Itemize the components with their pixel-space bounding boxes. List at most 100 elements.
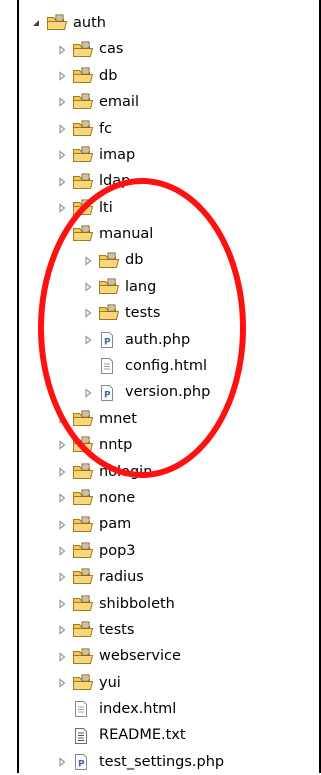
- tree-item-label: version.php: [125, 384, 211, 401]
- collapsed-arrow-icon[interactable]: [56, 677, 68, 689]
- tree-item-label: tests: [99, 621, 135, 638]
- tree-item-label: imap: [99, 146, 136, 163]
- tree-item[interactable]: mnet: [30, 406, 320, 432]
- collapsed-arrow-icon[interactable]: [56, 439, 68, 451]
- collapsed-arrow-icon[interactable]: [82, 334, 94, 346]
- tree-item-label: pam: [99, 516, 132, 533]
- tree-item-label: db: [99, 67, 118, 84]
- package-folder-icon: [72, 41, 94, 59]
- expanded-arrow-icon[interactable]: [30, 17, 42, 29]
- collapsed-arrow-icon[interactable]: [82, 387, 94, 399]
- tree-item[interactable]: fc: [30, 116, 320, 142]
- tree-item-label: email: [99, 94, 139, 111]
- tree-item[interactable]: Pversion.php: [30, 379, 320, 405]
- tree-item[interactable]: email: [30, 89, 320, 115]
- package-folder-icon: [72, 674, 94, 692]
- package-folder-icon: [72, 120, 94, 138]
- tree-item[interactable]: cas: [30, 36, 320, 62]
- package-folder-icon: [72, 489, 94, 507]
- panel-border-left: [17, 0, 19, 773]
- collapsed-arrow-icon[interactable]: [56, 598, 68, 610]
- tree-item-label: lang: [125, 278, 157, 295]
- tree-item[interactable]: index.html: [30, 696, 320, 722]
- tree-item[interactable]: auth: [30, 10, 320, 36]
- expanded-arrow-icon[interactable]: [56, 228, 68, 240]
- tree-item-label: manual: [99, 226, 154, 243]
- tree-item[interactable]: none: [30, 485, 320, 511]
- tree-item-label: ldap: [99, 173, 131, 190]
- package-folder-icon: [72, 436, 94, 454]
- tree-item-label: db: [125, 252, 144, 269]
- tree-item-label: pop3: [99, 542, 136, 559]
- tree-item[interactable]: webservice: [30, 643, 320, 669]
- collapsed-arrow-icon[interactable]: [56, 624, 68, 636]
- tree-item-label: test_settings.php: [99, 753, 225, 770]
- package-folder-icon: [72, 67, 94, 85]
- collapsed-arrow-icon[interactable]: [82, 307, 94, 319]
- file-tree: auth cas db email fc imap ldap lti manual db lang t…: [30, 10, 320, 775]
- tree-item[interactable]: nologin: [30, 459, 320, 485]
- package-folder-icon: [72, 93, 94, 111]
- collapsed-arrow-icon[interactable]: [56, 519, 68, 531]
- collapsed-arrow-icon[interactable]: [82, 255, 94, 267]
- tree-item[interactable]: radius: [30, 564, 320, 590]
- tree-item[interactable]: shibboleth: [30, 591, 320, 617]
- tree-item-label: yui: [99, 674, 121, 691]
- tree-item[interactable]: README.txt: [30, 723, 320, 749]
- tree-item[interactable]: db: [30, 248, 320, 274]
- tree-item-label: shibboleth: [99, 595, 175, 612]
- collapsed-arrow-icon[interactable]: [56, 545, 68, 557]
- package-folder-icon: [98, 278, 120, 296]
- tree-item[interactable]: lti: [30, 195, 320, 221]
- collapsed-arrow-icon[interactable]: [56, 70, 68, 82]
- tree-item[interactable]: tests: [30, 300, 320, 326]
- tree-item[interactable]: Ptest_settings.php: [30, 749, 320, 775]
- tree-item[interactable]: tests: [30, 617, 320, 643]
- tree-item-label: none: [99, 489, 136, 506]
- tree-item[interactable]: pop3: [30, 538, 320, 564]
- tree-item-label: webservice: [99, 648, 181, 665]
- tree-item-label: nologin: [99, 463, 153, 480]
- tree-item-label: fc: [99, 120, 113, 137]
- tree-item[interactable]: ldap: [30, 168, 320, 194]
- tree-item[interactable]: config.html: [30, 353, 320, 379]
- tree-item-label: radius: [99, 569, 144, 586]
- tree-item-label: lti: [99, 199, 113, 216]
- collapsed-arrow-icon[interactable]: [56, 571, 68, 583]
- tree-item[interactable]: nntp: [30, 432, 320, 458]
- text-file-icon: [72, 727, 94, 745]
- tree-item-label: nntp: [99, 437, 133, 454]
- collapsed-arrow-icon[interactable]: [56, 44, 68, 56]
- collapsed-arrow-icon[interactable]: [56, 123, 68, 135]
- collapsed-arrow-icon[interactable]: [56, 492, 68, 504]
- package-folder-icon: [98, 252, 120, 270]
- package-folder-icon: [72, 621, 94, 639]
- collapsed-arrow-icon[interactable]: [56, 413, 68, 425]
- collapsed-arrow-icon[interactable]: [56, 96, 68, 108]
- collapsed-arrow-icon[interactable]: [56, 651, 68, 663]
- tree-item[interactable]: manual: [30, 221, 320, 247]
- tree-item[interactable]: pam: [30, 511, 320, 537]
- tree-item[interactable]: Pauth.php: [30, 327, 320, 353]
- collapsed-arrow-icon[interactable]: [56, 176, 68, 188]
- collapsed-arrow-icon[interactable]: [56, 466, 68, 478]
- package-folder-icon: [72, 463, 94, 481]
- package-folder-icon: [72, 595, 94, 613]
- tree-item[interactable]: yui: [30, 670, 320, 696]
- package-folder-icon: [72, 542, 94, 560]
- php-file-icon: P: [98, 331, 120, 349]
- tree-item-label: auth: [73, 14, 106, 31]
- tree-item[interactable]: imap: [30, 142, 320, 168]
- package-folder-icon: [72, 648, 94, 666]
- svg-text:P: P: [104, 390, 111, 400]
- tree-item[interactable]: lang: [30, 274, 320, 300]
- project-explorer-panel: auth cas db email fc imap ldap lti manual db lang t…: [0, 0, 321, 773]
- collapsed-arrow-icon[interactable]: [56, 149, 68, 161]
- php-file-icon: P: [98, 384, 120, 402]
- collapsed-arrow-icon[interactable]: [56, 202, 68, 214]
- collapsed-arrow-icon[interactable]: [56, 756, 68, 768]
- package-folder-icon: [72, 146, 94, 164]
- tree-item-label: auth.php: [125, 331, 191, 348]
- tree-item[interactable]: db: [30, 63, 320, 89]
- collapsed-arrow-icon[interactable]: [82, 281, 94, 293]
